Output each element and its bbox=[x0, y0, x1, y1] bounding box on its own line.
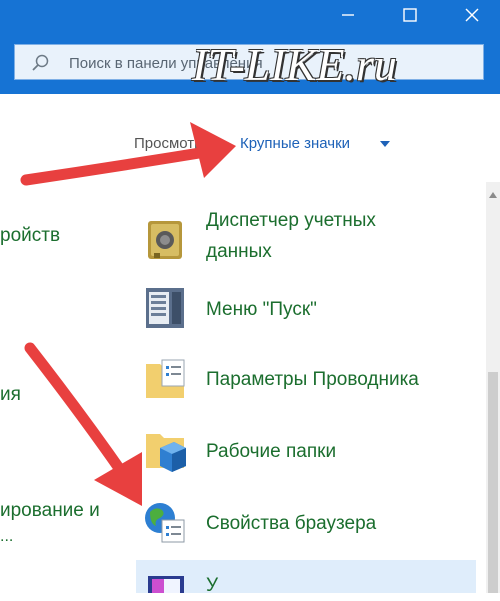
watermark-logo: IT-LIKE.ru bbox=[192, 39, 397, 90]
left-item-3[interactable]: ирование и bbox=[0, 500, 100, 522]
item-work-folders[interactable]: Рабочие папки bbox=[136, 432, 476, 472]
left-item-2[interactable]: ия bbox=[0, 384, 21, 406]
chevron-down-icon[interactable] bbox=[380, 141, 390, 147]
item-credential-manager[interactable]: Диспетчер учетных данных bbox=[136, 205, 476, 275]
left-item-3-ellipsis: ... bbox=[0, 528, 14, 545]
item-label: Параметры Проводника bbox=[206, 369, 419, 390]
start-menu-icon bbox=[146, 288, 184, 328]
item-label-line2: данных bbox=[206, 241, 272, 262]
view-by-label: Просмотр: bbox=[134, 135, 207, 152]
maximize-icon bbox=[403, 8, 417, 22]
close-button[interactable] bbox=[450, 0, 494, 30]
minimize-button[interactable] bbox=[326, 0, 370, 30]
credential-manager-icon bbox=[148, 221, 182, 259]
item-next-selected[interactable]: У bbox=[136, 560, 476, 596]
item-start-menu[interactable]: Меню "Пуск" bbox=[136, 288, 476, 330]
item-label: Меню "Пуск" bbox=[206, 299, 317, 320]
left-item-devices[interactable]: ройств bbox=[0, 225, 60, 247]
explorer-options-icon bbox=[146, 359, 185, 398]
next-item-icon bbox=[148, 576, 184, 593]
item-label: Диспетчер учетных bbox=[206, 210, 376, 231]
item-explorer-options[interactable]: Параметры Проводника bbox=[136, 359, 476, 400]
item-label: Рабочие папки bbox=[206, 441, 337, 462]
browser-properties-icon bbox=[145, 503, 185, 543]
maximize-button[interactable] bbox=[388, 0, 432, 30]
work-folders-icon bbox=[146, 434, 186, 472]
vertical-scrollbar[interactable] bbox=[486, 182, 500, 593]
view-by-dropdown[interactable]: Крупные значки bbox=[240, 135, 350, 152]
item-label: Свойства браузера bbox=[206, 513, 377, 534]
arrow-to-browser-properties bbox=[24, 342, 142, 506]
item-browser-properties[interactable]: Свойства браузера bbox=[136, 503, 476, 544]
minimize-icon bbox=[342, 14, 354, 16]
scroll-up-arrow-icon[interactable] bbox=[486, 188, 500, 202]
title-bar bbox=[0, 0, 500, 34]
scroll-thumb[interactable] bbox=[488, 372, 498, 593]
item-label: У bbox=[206, 575, 219, 596]
search-icon bbox=[32, 54, 49, 71]
close-icon bbox=[465, 8, 479, 22]
